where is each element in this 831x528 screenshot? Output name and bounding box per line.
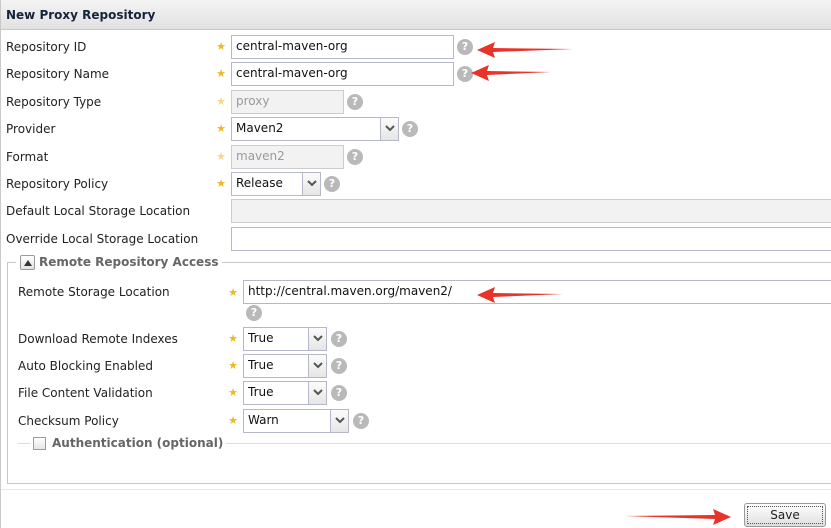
help-icon[interactable]: ? [324, 176, 340, 192]
collapse-up-icon[interactable] [20, 254, 35, 270]
chevron-down-icon[interactable] [308, 382, 326, 404]
required-star-icon: ★ [216, 67, 226, 80]
chevron-down-icon[interactable] [330, 410, 348, 432]
footer-divider [1, 489, 831, 490]
default-storage-label: Default Local Storage Location [6, 204, 191, 218]
annotation-arrow-icon [477, 42, 573, 58]
annotation-arrow-icon [477, 287, 563, 303]
help-icon[interactable]: ? [347, 94, 363, 110]
remote-access-legend: Remote Repository Access [16, 253, 223, 271]
file-validation-select[interactable]: True [243, 381, 327, 405]
provider-label: Provider [6, 122, 56, 136]
policy-select-value: Release [236, 176, 283, 190]
download-indexes-label: Download Remote Indexes [18, 332, 178, 346]
remote-access-title: Remote Repository Access [39, 255, 219, 269]
repo-name-label: Repository Name [6, 67, 110, 81]
required-star-icon: ★ [216, 40, 226, 53]
provider-select-value: Maven2 [236, 121, 284, 135]
repo-id-input[interactable]: central-maven-org [231, 35, 454, 59]
file-validation-value: True [248, 385, 274, 399]
required-star-icon: ★ [228, 286, 238, 299]
help-icon[interactable]: ? [331, 331, 347, 347]
file-validation-label: File Content Validation [18, 386, 153, 400]
required-star-icon: ★ [216, 177, 226, 190]
auto-blocking-select[interactable]: True [243, 354, 327, 378]
chevron-down-icon[interactable] [380, 118, 398, 140]
required-star-icon: ★ [228, 332, 238, 345]
auth-checkbox[interactable] [33, 436, 46, 450]
help-icon[interactable]: ? [331, 385, 347, 401]
auto-blocking-value: True [248, 358, 274, 372]
chevron-down-icon[interactable] [308, 328, 326, 350]
download-indexes-select[interactable]: True [243, 327, 327, 351]
provider-select[interactable]: Maven2 [231, 117, 399, 141]
policy-select[interactable]: Release [231, 172, 321, 196]
help-icon[interactable]: ? [347, 149, 363, 165]
auth-title: Authentication (optional) [52, 436, 224, 450]
checksum-policy-value: Warn [248, 413, 279, 427]
format-input: maven2 [231, 145, 344, 169]
repo-id-label: Repository ID [6, 40, 87, 54]
required-star-icon: ★ [216, 95, 226, 108]
required-star-icon: ★ [228, 414, 238, 427]
panel-header: New Proxy Repository [1, 0, 831, 30]
required-star-icon: ★ [228, 359, 238, 372]
checksum-policy-select[interactable]: Warn [243, 409, 349, 433]
annotation-arrow-icon [471, 65, 551, 81]
remote-url-label: Remote Storage Location [18, 285, 170, 299]
help-icon[interactable]: ? [457, 39, 473, 55]
chevron-down-icon[interactable] [302, 173, 320, 195]
override-storage-label: Override Local Storage Location [6, 232, 199, 246]
required-star-icon: ★ [228, 386, 238, 399]
checksum-policy-label: Checksum Policy [18, 414, 119, 428]
panel-title: New Proxy Repository [6, 8, 156, 22]
required-star-icon: ★ [216, 122, 226, 135]
help-icon[interactable]: ? [402, 121, 418, 137]
download-indexes-value: True [248, 331, 274, 345]
default-storage-input [231, 199, 831, 223]
proxy-repository-panel: New Proxy Repository Repository ID ★ cen… [0, 0, 831, 528]
policy-label: Repository Policy [6, 177, 109, 191]
override-storage-input[interactable] [231, 227, 831, 251]
format-label: Format [6, 150, 49, 164]
help-icon[interactable]: ? [246, 305, 262, 321]
save-button[interactable]: Save [744, 503, 826, 527]
repo-type-input: proxy [231, 90, 344, 114]
annotation-arrow-icon [625, 509, 731, 525]
chevron-down-icon[interactable] [308, 355, 326, 377]
required-star-icon: ★ [216, 150, 226, 163]
auth-legend: Authentication (optional) [30, 436, 227, 450]
help-icon[interactable]: ? [353, 413, 369, 429]
help-icon[interactable]: ? [331, 358, 347, 374]
repo-type-label: Repository Type [6, 95, 102, 109]
auto-blocking-label: Auto Blocking Enabled [18, 359, 153, 373]
repo-name-input[interactable]: central-maven-org [231, 62, 454, 86]
